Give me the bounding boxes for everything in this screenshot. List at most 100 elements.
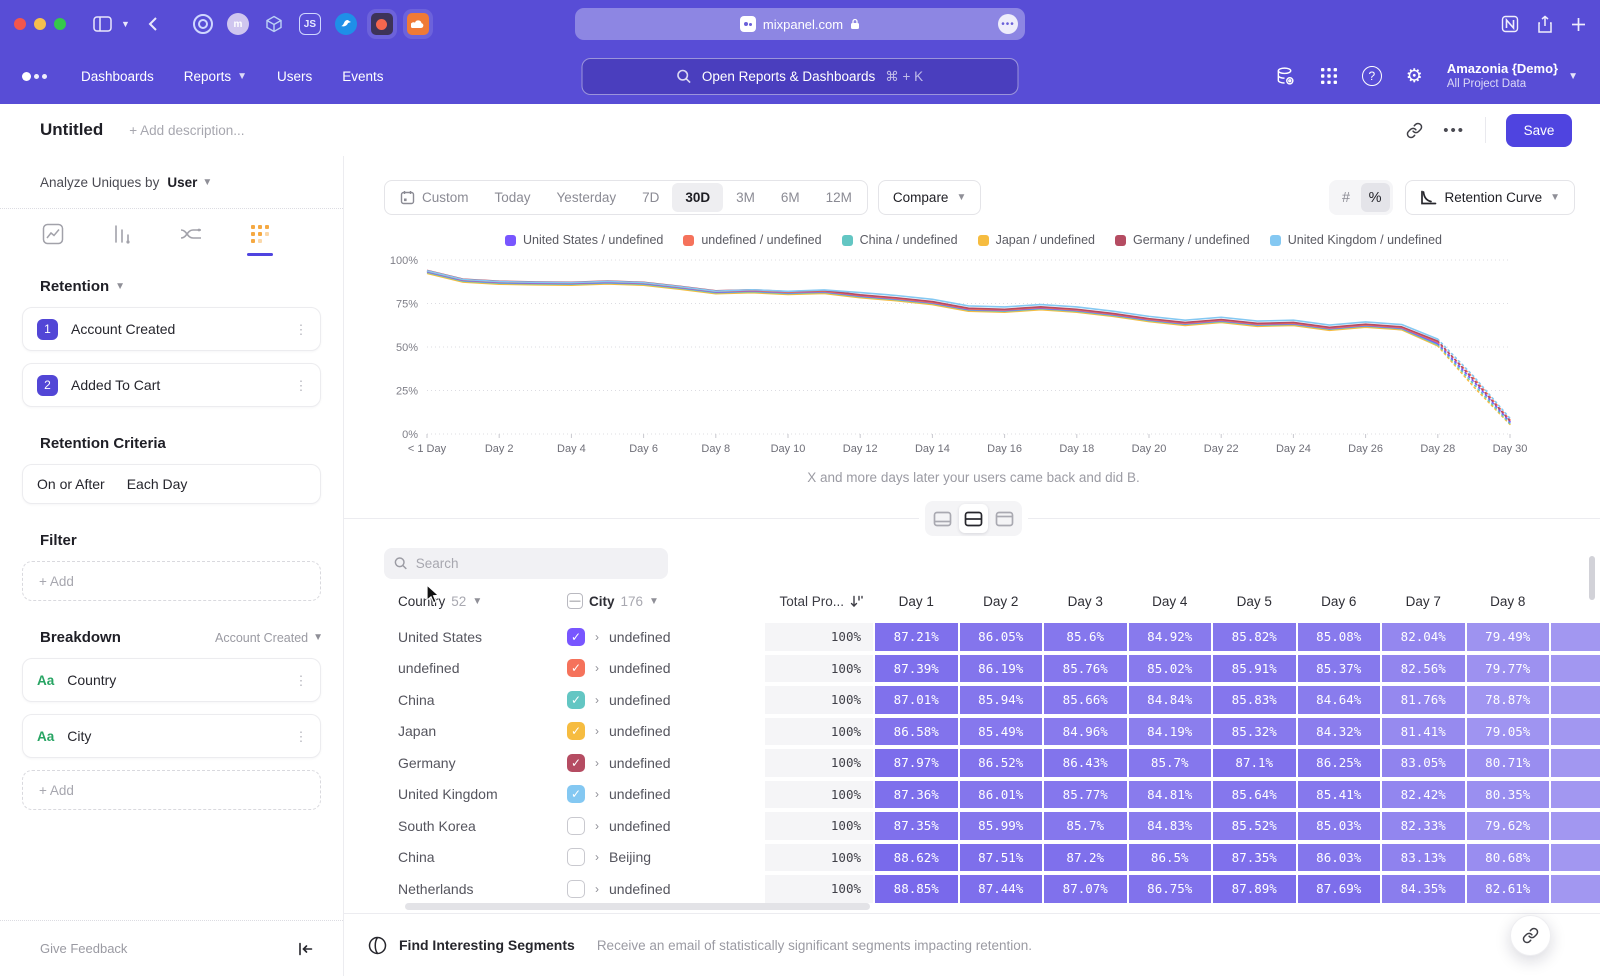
series-checkbox-unchecked[interactable] <box>567 880 585 898</box>
nav-link-events[interactable]: Events <box>342 69 383 84</box>
breakdown-card-city[interactable]: Aa City ⋮ <box>22 714 321 758</box>
retention-value-cell[interactable]: 86.5% <box>1129 844 1212 872</box>
retention-value-cell[interactable]: 86.58% <box>875 718 958 746</box>
retention-value-cell[interactable]: 87.44% <box>960 875 1043 903</box>
retention-value-cell[interactable]: 87.35% <box>1213 844 1296 872</box>
table-search[interactable] <box>384 548 668 579</box>
retention-value-cell[interactable]: 86.05% <box>960 623 1043 651</box>
series-checkbox-checked[interactable]: ✓ <box>567 691 585 709</box>
retention-value-cell[interactable]: 85.6% <box>1044 623 1127 651</box>
series-checkbox-checked[interactable]: ✓ <box>567 722 585 740</box>
retention-value-cell[interactable]: 85.08% <box>1298 623 1381 651</box>
criteria-each-day[interactable]: Each Day <box>127 476 188 492</box>
close-window-button[interactable] <box>14 18 26 30</box>
retention-value-cell[interactable]: 83.13% <box>1382 844 1465 872</box>
column-header-total[interactable]: Total Pro... <box>765 588 873 614</box>
tab-retention[interactable] <box>247 223 273 256</box>
kebab-menu-icon[interactable]: ⋮ <box>294 734 308 739</box>
retention-value-cell[interactable]: 85.03% <box>1298 812 1381 840</box>
chart-type-dropdown[interactable]: Retention Curve ▼ <box>1405 180 1575 215</box>
target-favicon[interactable] <box>193 14 213 34</box>
absolute-count-toggle[interactable]: # <box>1332 183 1361 212</box>
retention-value-cell[interactable]: 87.35% <box>875 812 958 840</box>
row-country-cell[interactable]: South Korea <box>384 812 565 840</box>
retention-value-cell[interactable]: 85.32% <box>1213 718 1296 746</box>
column-header-day-8[interactable]: Day 8 <box>1467 588 1550 614</box>
give-feedback-link[interactable]: Give Feedback <box>40 941 127 956</box>
retention-value-cell[interactable]: 86.03% <box>1298 844 1381 872</box>
retention-value-cell[interactable]: 87.01% <box>875 686 958 714</box>
retention-value-cell[interactable]: 85.82% <box>1213 623 1296 651</box>
retention-value-cell[interactable]: 87.07% <box>1044 875 1127 903</box>
retention-value-cell[interactable]: 85.76% <box>1044 655 1127 683</box>
copy-link-icon[interactable] <box>1406 122 1423 139</box>
retention-value-cell[interactable]: 82.56% <box>1382 655 1465 683</box>
zoom-window-button[interactable] <box>54 18 66 30</box>
row-country-cell[interactable]: China <box>384 844 565 872</box>
retention-value-cell[interactable]: 82.61% <box>1467 875 1550 903</box>
range-7d[interactable]: 7D <box>629 183 672 212</box>
retention-value-cell[interactable]: 85.49% <box>960 718 1043 746</box>
series-checkbox-checked[interactable]: ✓ <box>567 754 585 772</box>
table-search-input[interactable] <box>416 556 658 571</box>
retention-value-cell[interactable]: 79.05% <box>1467 718 1550 746</box>
page-options-icon[interactable]: ••• <box>998 14 1018 34</box>
retention-value-cell[interactable]: 87.97% <box>875 749 958 777</box>
retention-value-cell[interactable]: 84.96% <box>1044 718 1127 746</box>
column-header-day-3[interactable]: Day 3 <box>1044 588 1127 614</box>
kebab-menu-icon[interactable]: ⋮ <box>294 383 308 388</box>
bird-favicon[interactable] <box>335 13 357 35</box>
more-options-icon[interactable]: ••• <box>1443 122 1465 139</box>
notion-extension-icon[interactable] <box>1501 15 1519 33</box>
add-filter-button[interactable]: + Add <box>22 561 321 601</box>
row-country-cell[interactable]: United Kingdom <box>384 781 565 809</box>
back-icon[interactable] <box>148 16 158 32</box>
expand-chevron-icon[interactable]: › <box>595 693 599 707</box>
cloud-favicon[interactable] <box>407 13 429 35</box>
legend-item[interactable]: undefined / undefined <box>683 233 821 247</box>
report-title[interactable]: Untitled <box>40 120 103 140</box>
retention-value-cell[interactable]: 84.32% <box>1298 718 1381 746</box>
nav-link-users[interactable]: Users <box>277 69 312 84</box>
new-tab-icon[interactable] <box>1571 17 1586 32</box>
retention-value-cell[interactable]: 87.69% <box>1298 875 1381 903</box>
retention-value-cell[interactable]: 87.2% <box>1044 844 1127 872</box>
retention-value-cell[interactable]: 84.35% <box>1382 875 1465 903</box>
retention-value-cell[interactable]: 85.52% <box>1213 812 1296 840</box>
retention-section-header[interactable]: Retention ▼ <box>40 278 321 295</box>
legend-item[interactable]: China / undefined <box>842 233 958 247</box>
row-country-cell[interactable]: United States <box>384 623 565 651</box>
range-today[interactable]: Today <box>482 183 544 212</box>
retention-value-cell[interactable]: 85.77% <box>1044 781 1127 809</box>
expand-chevron-icon[interactable]: › <box>595 819 599 833</box>
retention-value-cell[interactable]: 87.1% <box>1213 749 1296 777</box>
criteria-on-or-after[interactable]: On or After <box>37 476 105 492</box>
retention-value-cell[interactable]: 84.92% <box>1129 623 1212 651</box>
retention-value-cell[interactable]: 81.41% <box>1382 718 1465 746</box>
column-header-day-2[interactable]: Day 2 <box>960 588 1043 614</box>
column-header-day-4[interactable]: Day 4 <box>1129 588 1212 614</box>
retention-value-cell[interactable]: 85.41% <box>1298 781 1381 809</box>
retention-value-cell[interactable]: 85.94% <box>960 686 1043 714</box>
retention-value-cell[interactable]: 85.66% <box>1044 686 1127 714</box>
view-split-icon[interactable] <box>959 504 988 533</box>
retention-value-cell[interactable]: 84.81% <box>1129 781 1212 809</box>
retention-value-cell[interactable]: 86.52% <box>960 749 1043 777</box>
retention-value-cell[interactable]: 85.91% <box>1213 655 1296 683</box>
retention-value-cell[interactable]: 86.43% <box>1044 749 1127 777</box>
retention-value-cell[interactable]: 87.36% <box>875 781 958 809</box>
project-switcher[interactable]: Amazonia {Demo} All Project Data ▼ <box>1447 61 1578 92</box>
row-country-cell[interactable]: Japan <box>384 718 565 746</box>
row-country-cell[interactable]: China <box>384 686 565 714</box>
column-header-day-6[interactable]: Day 6 <box>1298 588 1381 614</box>
range-custom[interactable]: Custom <box>387 183 482 212</box>
compare-button[interactable]: Compare ▼ <box>878 180 981 215</box>
series-checkbox-unchecked[interactable] <box>567 817 585 835</box>
js-favicon[interactable]: JS <box>299 13 321 35</box>
percent-toggle[interactable]: % <box>1361 183 1390 212</box>
window-controls[interactable] <box>14 18 66 30</box>
expand-chevron-icon[interactable]: › <box>595 882 599 896</box>
expand-chevron-icon[interactable]: › <box>595 630 599 644</box>
select-all-checkbox[interactable]: — <box>567 593 583 609</box>
collapse-sidebar-icon[interactable] <box>298 942 313 956</box>
